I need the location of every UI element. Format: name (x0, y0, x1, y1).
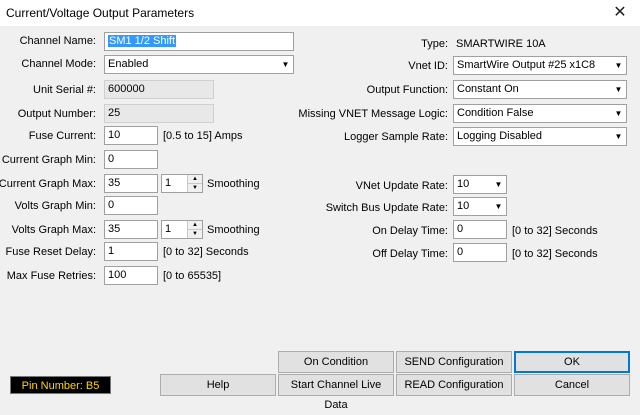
max-fuse-retries-field[interactable]: 100 (104, 266, 158, 285)
fuse-reset-delay-field[interactable]: 1 (104, 242, 158, 261)
spin-down-icon[interactable]: ▼ (188, 183, 202, 192)
current-smoothing-spinner[interactable]: 1 ▲ ▼ (161, 174, 203, 193)
output-function-label: Output Function: (366, 84, 448, 96)
unit-serial-label: Unit Serial #: (33, 84, 96, 96)
volts-graph-min-label: Volts Graph Min: (14, 200, 96, 212)
fuse-reset-delay-hint: [0 to 32] Seconds (163, 246, 249, 258)
current-graph-min-field[interactable]: 0 (104, 150, 158, 169)
channel-mode-select[interactable]: Enabled ▼ (104, 55, 294, 74)
type-value: SMARTWIRE 10A (456, 38, 546, 50)
current-smoothing-label: Smoothing (207, 178, 260, 190)
max-fuse-retries-hint: [0 to 65535] (163, 270, 222, 282)
ok-button[interactable]: OK (514, 351, 630, 373)
unit-serial-field: 600000 (104, 80, 214, 99)
on-delay-hint: [0 to 32] Seconds (512, 225, 598, 237)
chevron-down-icon[interactable]: ▼ (611, 57, 626, 74)
missing-vnet-select[interactable]: Condition False ▼ (453, 104, 627, 123)
current-graph-max-field[interactable]: 35 (104, 174, 158, 193)
switch-bus-rate-select[interactable]: 10 ▼ (453, 197, 507, 216)
read-configuration-button[interactable]: READ Configuration (396, 374, 512, 396)
volts-graph-max-field[interactable]: 35 (104, 220, 158, 239)
spin-down-icon[interactable]: ▼ (188, 229, 202, 238)
send-configuration-button[interactable]: SEND Configuration (396, 351, 512, 373)
current-graph-max-label: Current Graph Max: (0, 178, 96, 190)
vnet-id-select[interactable]: SmartWire Output #25 x1C8 ▼ (453, 56, 627, 75)
channel-name-field[interactable]: SM1 1/2 Shift (104, 32, 294, 51)
missing-vnet-label: Missing VNET Message Logic: (298, 108, 448, 120)
off-delay-field[interactable]: 0 (453, 243, 507, 262)
fuse-current-hint: [0.5 to 15] Amps (163, 130, 243, 142)
on-delay-label: On Delay Time: (372, 225, 448, 237)
volts-graph-max-label: Volts Graph Max: (11, 224, 96, 236)
vnet-update-rate-label: VNet Update Rate: (355, 180, 448, 192)
chevron-down-icon[interactable]: ▼ (611, 128, 626, 145)
title-bar: Current/Voltage Output Parameters ✕ (0, 0, 640, 27)
vnet-update-rate-select[interactable]: 10 ▼ (453, 175, 507, 194)
pin-number-badge: Pin Number: B5 (10, 376, 111, 394)
off-delay-label: Off Delay Time: (372, 248, 448, 260)
volts-smoothing-spinner[interactable]: 1 ▲ ▼ (161, 220, 203, 239)
channel-name-value: SM1 1/2 Shift (108, 35, 177, 47)
on-delay-field[interactable]: 0 (453, 220, 507, 239)
switch-bus-rate-label: Switch Bus Update Rate: (325, 202, 448, 214)
close-icon[interactable]: ✕ (600, 0, 640, 26)
logger-rate-label: Logger Sample Rate: (344, 131, 448, 143)
output-function-select[interactable]: Constant On ▼ (453, 80, 627, 99)
fuse-current-label: Fuse Current: (28, 130, 96, 142)
output-number-label: Output Number: (17, 108, 96, 120)
chevron-down-icon[interactable]: ▼ (611, 105, 626, 122)
max-fuse-retries-label: Max Fuse Retries: (6, 270, 96, 282)
chevron-down-icon[interactable]: ▼ (611, 81, 626, 98)
cancel-button[interactable]: Cancel (514, 374, 630, 396)
window-title: Current/Voltage Output Parameters (6, 6, 195, 20)
vnet-id-label: Vnet ID: (408, 60, 448, 72)
on-condition-button[interactable]: On Condition (278, 351, 394, 373)
volts-smoothing-label: Smoothing (207, 224, 260, 236)
fuse-reset-delay-label: Fuse Reset Delay: (5, 246, 96, 258)
output-number-field: 25 (104, 104, 214, 123)
current-graph-min-label: Current Graph Min: (1, 154, 96, 166)
help-button[interactable]: Help (160, 374, 276, 396)
spin-up-icon[interactable]: ▲ (188, 175, 202, 183)
channel-name-label: Channel Name: (19, 35, 96, 47)
fuse-current-field[interactable]: 10 (104, 126, 158, 145)
type-label: Type: (421, 38, 448, 50)
off-delay-hint: [0 to 32] Seconds (512, 248, 598, 260)
chevron-down-icon[interactable]: ▼ (278, 56, 293, 73)
logger-rate-select[interactable]: Logging Disabled ▼ (453, 127, 627, 146)
channel-mode-label: Channel Mode: (21, 58, 96, 70)
chevron-down-icon[interactable]: ▼ (491, 198, 506, 215)
spin-up-icon[interactable]: ▲ (188, 221, 202, 229)
volts-graph-min-field[interactable]: 0 (104, 196, 158, 215)
chevron-down-icon[interactable]: ▼ (491, 176, 506, 193)
start-live-data-button[interactable]: Start Channel Live Data (278, 374, 394, 411)
